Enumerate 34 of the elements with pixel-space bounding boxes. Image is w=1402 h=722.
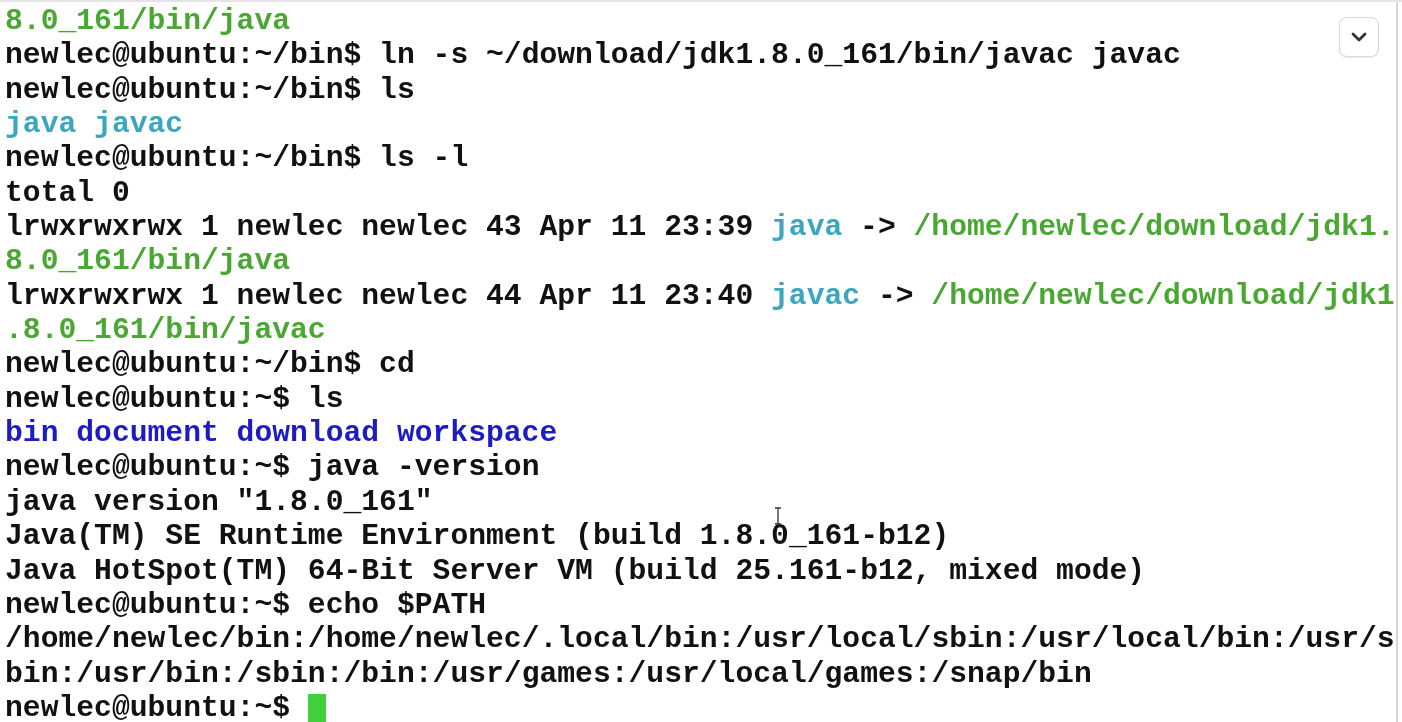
directory-name: bin bbox=[5, 416, 59, 451]
directory-name: document bbox=[76, 416, 219, 451]
terminal-text: /home/newlec/bin:/home/newlec/.local/bin:/usr/local/sbin:/usr/local/bin:/usr/s bbox=[5, 622, 1395, 657]
file-path: /home/newlec/download/jdk1. bbox=[913, 210, 1395, 245]
terminal-text: Java(TM) SE Runtime Environment (build 1.8.0_161-b12) bbox=[5, 519, 950, 554]
symlink-name: javac bbox=[771, 278, 861, 314]
file-path: 8.0_161/bin/java bbox=[5, 4, 291, 39]
terminal-text: newlec@ubuntu:~/bin$ ls bbox=[5, 72, 415, 108]
terminal-text: total 0 bbox=[5, 175, 130, 211]
terminal-text: newlec@ubuntu:~/bin$ cd bbox=[5, 347, 415, 382]
directory-name: workspace bbox=[396, 416, 558, 451]
terminal-text: Java HotSpot(TM) 64-Bit Server VM (build 25.161-b12, mixed mode) bbox=[5, 553, 1146, 588]
terminal-text: newlec@ubuntu:~$ ls bbox=[5, 381, 344, 417]
terminal-text: newlec@ubuntu:~$ echo $PATH bbox=[5, 587, 487, 623]
terminal-text: newlec@ubuntu:~$ bbox=[5, 690, 291, 722]
terminal-text: java version "1.8.0_161" bbox=[5, 484, 433, 520]
terminal-text: bin:/usr/bin:/sbin:/bin:/usr/games:/usr/local/games:/snap/bin bbox=[5, 656, 1092, 691]
terminal-cursor bbox=[307, 693, 326, 722]
directory-name: download bbox=[236, 416, 380, 451]
expand-button[interactable] bbox=[1339, 17, 1379, 57]
chevron-down-icon bbox=[1351, 32, 1367, 42]
terminal-text: newlec@ubuntu:~/bin$ ls -l bbox=[5, 141, 469, 176]
terminal-text: lrwxrwxrwx 1 newlec newlec 44 Apr 11 23:40 bbox=[5, 278, 754, 314]
symlink-name: java bbox=[771, 210, 843, 245]
symlink-name: java bbox=[5, 107, 77, 142]
file-path: /home/newlec/download/jdk1 bbox=[931, 278, 1395, 314]
terminal-text: newlec@ubuntu:~/bin$ ln -s ~/download/jdk1.8.0_161/bin/javac javac bbox=[5, 38, 1181, 73]
terminal-text: newlec@ubuntu:~$ java -version bbox=[5, 450, 540, 485]
file-path: .8.0_161/bin/javac bbox=[5, 313, 326, 348]
terminal-text: lrwxrwxrwx 1 newlec newlec 43 Apr 11 23:39 bbox=[5, 210, 754, 245]
terminal-text: -> bbox=[877, 278, 914, 314]
file-path: 8.0_161/bin/java bbox=[5, 244, 291, 279]
terminal-text: -> bbox=[860, 210, 896, 245]
symlink-name: javac bbox=[94, 107, 184, 142]
